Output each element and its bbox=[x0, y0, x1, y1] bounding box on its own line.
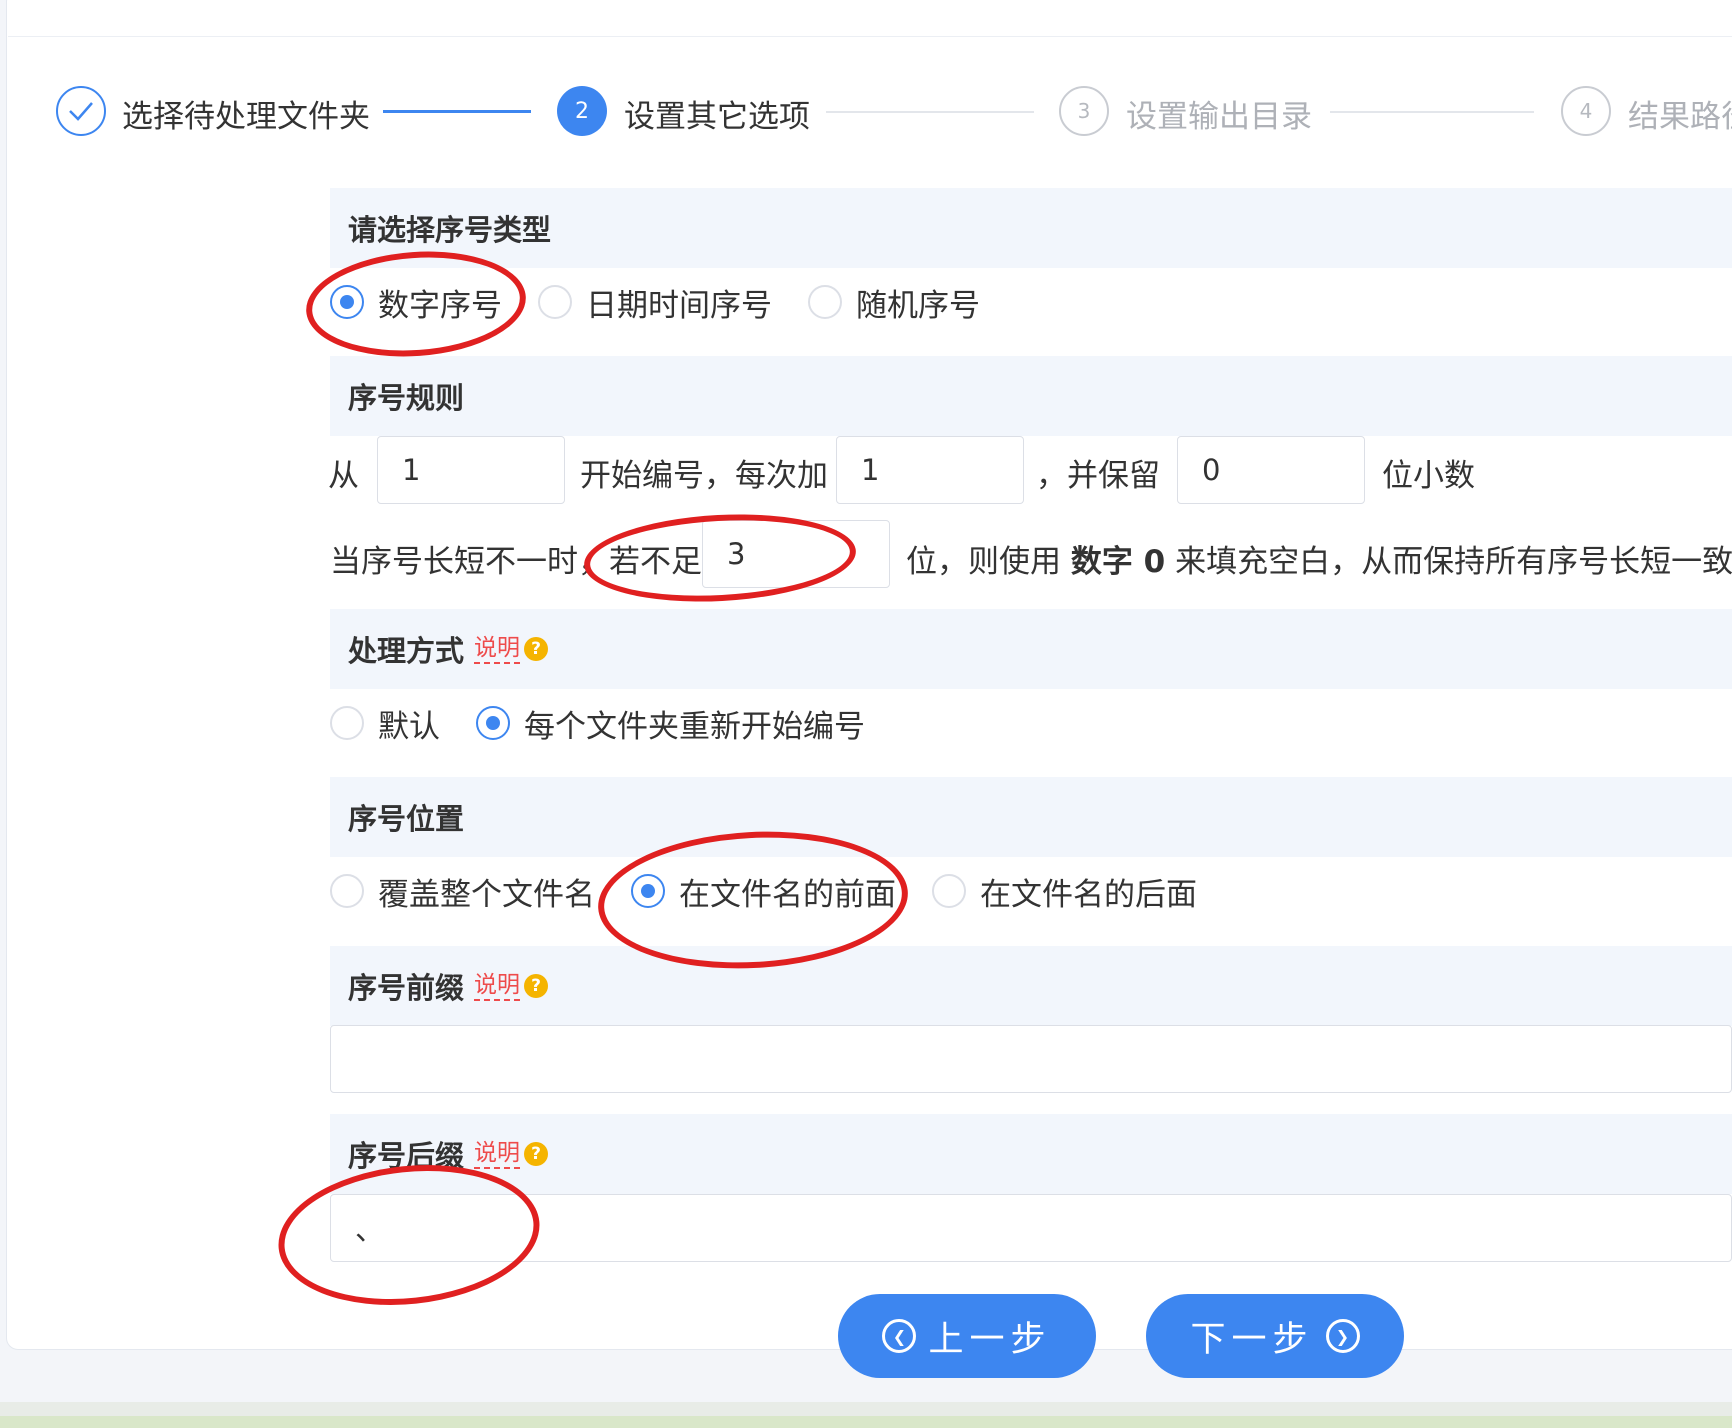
serial-position-title: 序号位置 bbox=[348, 802, 465, 836]
step-connector-1 bbox=[383, 110, 531, 113]
radio-label: 默认 bbox=[378, 708, 440, 745]
decimals-label: 位小数 bbox=[1382, 458, 1475, 494]
step-increment-input[interactable] bbox=[836, 436, 1024, 504]
radio-label: 日期时间序号 bbox=[586, 287, 772, 324]
radio-label: 数字序号 bbox=[378, 287, 502, 324]
serial-suffix-input[interactable] bbox=[330, 1194, 1732, 1262]
radio-dot[interactable] bbox=[330, 285, 364, 319]
radio-dot[interactable] bbox=[330, 874, 364, 908]
radio-label: 每个文件夹重新开始编号 bbox=[524, 708, 865, 745]
radio-overwrite-filename[interactable]: 覆盖整个文件名 bbox=[330, 869, 595, 914]
step-4-number: 4 bbox=[1561, 86, 1611, 136]
radio-dot[interactable] bbox=[932, 874, 966, 908]
serial-type-options: 数字序号 日期时间序号 随机序号 bbox=[330, 272, 1016, 332]
step-2-number: 2 bbox=[557, 86, 607, 136]
page: 选择待处理文件夹 2 设置其它选项 3 设置输出目录 4 结果路径 请选择序号类… bbox=[0, 0, 1732, 1428]
process-mode-title: 处理方式 bbox=[348, 634, 465, 668]
radio-numeric-serial[interactable]: 数字序号 bbox=[330, 280, 502, 325]
radio-label: 在文件名的后面 bbox=[980, 876, 1197, 913]
serial-suffix-help[interactable]: 说明 ? bbox=[474, 1139, 549, 1169]
radio-label: 随机序号 bbox=[856, 287, 980, 324]
radio-label: 覆盖整个文件名 bbox=[378, 876, 595, 913]
pad-middle-text: 位，则使用 数字 0 来填充空白，从而保持所有序号长短一致。 bbox=[906, 536, 1732, 581]
step-3-label: 设置输出目录 bbox=[1126, 99, 1312, 135]
radio-after-filename[interactable]: 在文件名的后面 bbox=[932, 869, 1197, 914]
question-icon[interactable]: ? bbox=[524, 637, 549, 661]
help-link[interactable]: 说明 bbox=[474, 634, 521, 664]
serial-prefix-help[interactable]: 说明 ? bbox=[474, 971, 549, 1001]
serial-prefix-input[interactable] bbox=[330, 1025, 1732, 1093]
from-label: 从 bbox=[328, 458, 359, 494]
step-4-label: 结果路径 bbox=[1628, 99, 1732, 135]
pad-middle-label: 位，则使用 bbox=[906, 544, 1061, 580]
help-link[interactable]: 说明 bbox=[474, 971, 521, 1001]
serial-rule-title: 序号规则 bbox=[348, 381, 465, 415]
serial-prefix-title: 序号前缀 bbox=[348, 971, 465, 1005]
serial-suffix-header: 序号后缀 说明 ? bbox=[330, 1114, 1732, 1194]
step-3-number: 3 bbox=[1059, 86, 1109, 136]
radio-dot[interactable] bbox=[538, 285, 572, 319]
process-mode-options: 默认 每个文件夹重新开始编号 bbox=[330, 693, 901, 753]
radio-restart-per-folder[interactable]: 每个文件夹重新开始编号 bbox=[476, 701, 865, 746]
step-1-label: 选择待处理文件夹 bbox=[122, 99, 370, 135]
serial-prefix-header: 序号前缀 说明 ? bbox=[330, 946, 1732, 1026]
keep-label: ，并保留 bbox=[1036, 458, 1160, 494]
prev-step-button[interactable]: ❮ 上一步 bbox=[838, 1294, 1096, 1378]
question-icon[interactable]: ? bbox=[524, 974, 549, 998]
process-mode-help[interactable]: 说明 ? bbox=[474, 634, 549, 664]
radio-dot[interactable] bbox=[476, 706, 510, 740]
chevron-right-circle-icon: ❯ bbox=[1325, 1319, 1360, 1353]
help-link[interactable]: 说明 bbox=[474, 1139, 521, 1169]
step-connector-3 bbox=[1330, 111, 1534, 113]
serial-type-title: 请选择序号类型 bbox=[348, 213, 552, 247]
next-step-button[interactable]: 下一步 ❯ bbox=[1146, 1294, 1404, 1378]
start-label: 开始编号，每次加 bbox=[580, 458, 828, 494]
decimals-input[interactable] bbox=[1177, 436, 1365, 504]
process-mode-header: 处理方式 说明 ? bbox=[330, 609, 1732, 689]
serial-type-header: 请选择序号类型 bbox=[330, 188, 1732, 268]
serial-rule-header: 序号规则 bbox=[330, 356, 1732, 436]
serial-suffix-title: 序号后缀 bbox=[348, 1139, 465, 1173]
chevron-left-circle-icon: ❮ bbox=[882, 1319, 917, 1353]
step-connector-2 bbox=[826, 111, 1034, 113]
radio-datetime-serial[interactable]: 日期时间序号 bbox=[538, 280, 772, 325]
bottom-edge bbox=[0, 1416, 1732, 1428]
start-number-input[interactable] bbox=[377, 436, 565, 504]
question-icon[interactable]: ? bbox=[524, 1142, 549, 1166]
serial-position-options: 覆盖整个文件名 在文件名的前面 在文件名的后面 bbox=[330, 861, 1233, 921]
radio-dot[interactable] bbox=[808, 285, 842, 319]
radio-before-filename[interactable]: 在文件名的前面 bbox=[631, 869, 896, 914]
radio-dot[interactable] bbox=[631, 874, 665, 908]
prev-step-label: 上一步 bbox=[928, 1319, 1052, 1360]
radio-dot[interactable] bbox=[330, 706, 364, 740]
step-progress: 选择待处理文件夹 2 设置其它选项 3 设置输出目录 4 结果路径 bbox=[0, 0, 1732, 150]
radio-label: 在文件名的前面 bbox=[679, 876, 896, 913]
step-2-label: 设置其它选项 bbox=[624, 99, 810, 135]
serial-position-header: 序号位置 bbox=[330, 777, 1732, 857]
radio-default-mode[interactable]: 默认 bbox=[330, 701, 440, 746]
pad-bold-label: 数字 0 bbox=[1070, 544, 1166, 580]
next-step-label: 下一步 bbox=[1190, 1319, 1314, 1360]
radio-random-serial[interactable]: 随机序号 bbox=[808, 280, 980, 325]
pad-length-input[interactable] bbox=[702, 520, 890, 588]
pad-suffix-label: 来填充空白，从而保持所有序号长短一致。 bbox=[1175, 544, 1732, 580]
pad-prefix-text: 当序号长短不一时，若不足 bbox=[330, 544, 702, 580]
step-1-check-icon bbox=[56, 86, 106, 136]
